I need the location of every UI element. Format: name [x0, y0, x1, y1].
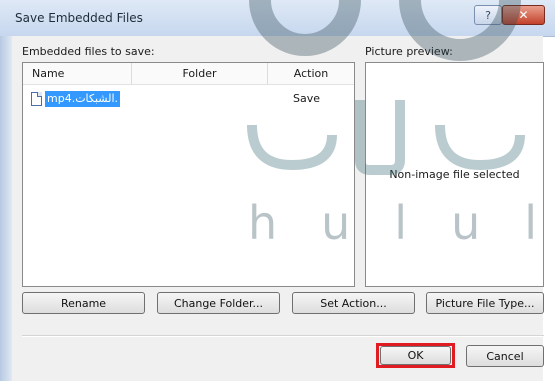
- help-button[interactable]: ?: [474, 5, 502, 25]
- ok-highlight-box: [376, 343, 455, 368]
- set-action-button[interactable]: Set Action...: [292, 292, 415, 314]
- file-icon: [31, 92, 42, 106]
- column-header-folder[interactable]: Folder: [132, 63, 268, 85]
- column-header-name[interactable]: Name: [23, 63, 132, 85]
- change-folder-button[interactable]: Change Folder...: [157, 292, 280, 314]
- title-bar: Save Embedded Files ? ✕: [0, 0, 555, 37]
- embedded-files-list[interactable]: Name Folder Action .الشبكات.mp4 Save: [22, 62, 355, 287]
- column-header-action[interactable]: Action: [268, 63, 354, 85]
- file-action: Save: [293, 92, 321, 105]
- rename-button[interactable]: Rename: [22, 292, 145, 314]
- picture-preview-label: Picture preview:: [365, 45, 453, 58]
- close-button[interactable]: ✕: [502, 5, 545, 25]
- picture-file-type-button[interactable]: Picture File Type...: [426, 292, 544, 314]
- help-icon: ?: [485, 8, 491, 22]
- save-embedded-files-dialog: Save Embedded Files ? ✕ Embedded files t…: [0, 0, 555, 381]
- dialog-title: Save Embedded Files: [15, 11, 143, 25]
- cancel-button[interactable]: Cancel: [466, 345, 544, 367]
- file-name: .الشبكات.mp4: [45, 91, 121, 107]
- preview-message: Non-image file selected: [389, 168, 520, 181]
- picture-preview-area: Non-image file selected: [365, 62, 544, 287]
- window-frame-edge: [0, 36, 12, 381]
- table-row[interactable]: .الشبكات.mp4 Save: [31, 91, 346, 109]
- embedded-files-label: Embedded files to save:: [22, 45, 155, 58]
- divider: [22, 335, 544, 337]
- close-icon: ✕: [518, 8, 529, 22]
